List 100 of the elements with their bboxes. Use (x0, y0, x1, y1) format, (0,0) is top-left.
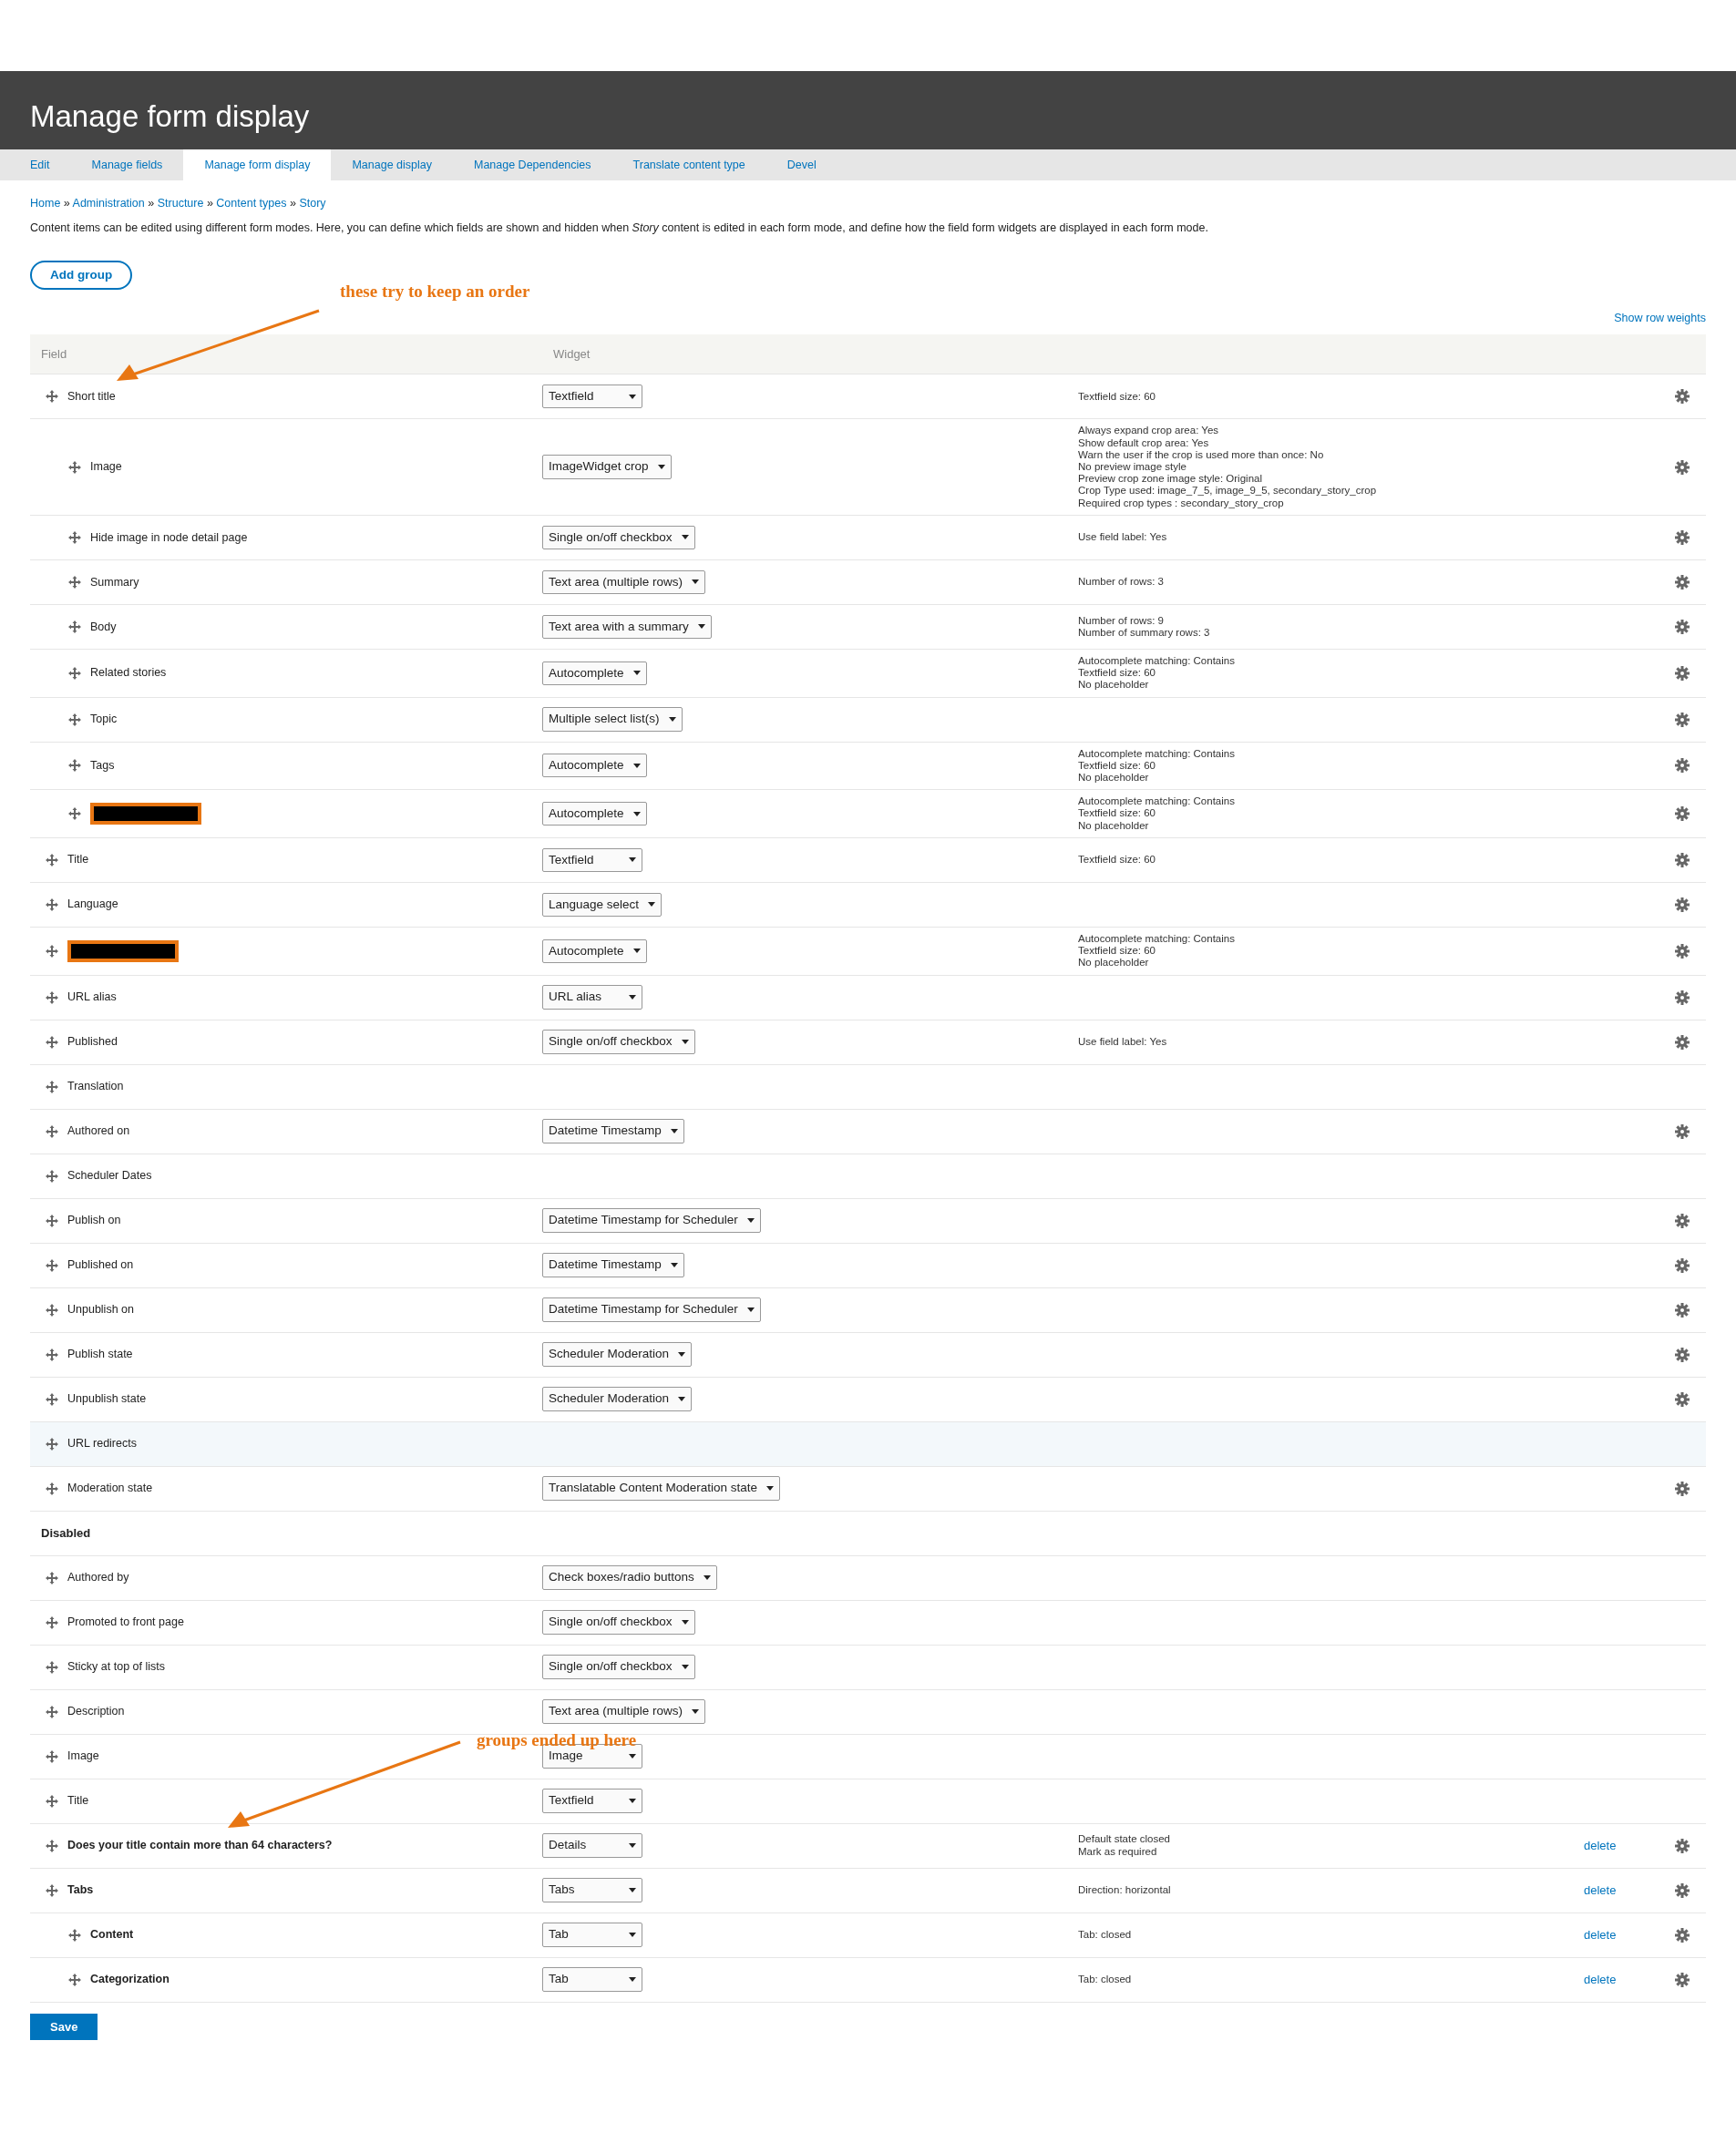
settings-icon[interactable] (1675, 1257, 1690, 1273)
widget-select[interactable]: Datetime Timestamp for Scheduler (542, 1297, 761, 1322)
drag-handle-icon[interactable] (46, 990, 58, 1004)
delete-link[interactable]: delete (1584, 1927, 1617, 1942)
drag-handle-icon[interactable] (46, 1303, 58, 1317)
tab[interactable]: Devel (765, 149, 837, 181)
show-row-weights-link[interactable]: Show row weights (1614, 312, 1706, 325)
settings-icon[interactable] (1675, 389, 1690, 405)
drag-handle-icon[interactable] (46, 1839, 58, 1852)
settings-icon[interactable] (1675, 1838, 1690, 1853)
settings-icon[interactable] (1675, 712, 1690, 727)
delete-link[interactable]: delete (1584, 1882, 1617, 1897)
breadcrumb-link[interactable]: Administration (72, 197, 145, 210)
drag-handle-icon[interactable] (46, 1883, 58, 1897)
drag-handle-icon[interactable] (46, 1258, 58, 1272)
drag-handle-icon[interactable] (46, 1660, 58, 1674)
drag-handle-icon[interactable] (46, 944, 58, 958)
tab[interactable]: Manage Dependencies (452, 149, 612, 181)
tab[interactable]: Manage display (331, 149, 453, 181)
widget-select[interactable]: Translatable Content Moderation state (542, 1476, 781, 1501)
drag-handle-icon[interactable] (46, 1214, 58, 1227)
settings-icon[interactable] (1675, 1034, 1690, 1050)
widget-select[interactable]: Autocomplete (542, 754, 647, 778)
widget-select[interactable]: Text area (multiple rows) (542, 569, 706, 594)
widget-select[interactable]: Tab (542, 1923, 642, 1947)
widget-select[interactable]: Autocomplete (542, 938, 647, 963)
settings-icon[interactable] (1675, 1123, 1690, 1139)
settings-icon[interactable] (1675, 990, 1690, 1005)
drag-handle-icon[interactable] (68, 1973, 81, 1986)
settings-icon[interactable] (1675, 1481, 1690, 1496)
settings-icon[interactable] (1675, 1347, 1690, 1362)
drag-handle-icon[interactable] (68, 620, 81, 633)
widget-select[interactable]: Language select (542, 892, 663, 917)
widget-select[interactable]: Scheduler Moderation (542, 1387, 693, 1411)
settings-icon[interactable] (1675, 665, 1690, 681)
settings-icon[interactable] (1675, 1927, 1690, 1943)
settings-icon[interactable] (1675, 943, 1690, 959)
drag-handle-icon[interactable] (68, 759, 81, 773)
widget-select[interactable]: Single on/off checkbox (542, 525, 695, 549)
settings-icon[interactable] (1675, 1302, 1690, 1318)
widget-select[interactable]: Check boxes/radio buttons (542, 1565, 717, 1590)
settings-icon[interactable] (1675, 529, 1690, 545)
drag-handle-icon[interactable] (68, 1928, 81, 1942)
tab[interactable]: Edit (9, 149, 71, 181)
widget-select[interactable]: Single on/off checkbox (542, 1655, 695, 1679)
drag-handle-icon[interactable] (46, 1482, 58, 1495)
breadcrumb-link[interactable]: Structure (157, 197, 204, 210)
drag-handle-icon[interactable] (46, 1080, 58, 1093)
drag-handle-icon[interactable] (68, 530, 81, 544)
settings-icon[interactable] (1675, 619, 1690, 634)
settings-icon[interactable] (1675, 852, 1690, 867)
tab[interactable]: Manage fields (70, 149, 184, 181)
widget-select[interactable]: Details (542, 1833, 642, 1858)
drag-handle-icon[interactable] (46, 1124, 58, 1138)
drag-handle-icon[interactable] (46, 1169, 58, 1183)
widget-select[interactable]: Text area with a summary (542, 614, 712, 639)
widget-select[interactable]: Textfield (542, 1789, 642, 1813)
settings-icon[interactable] (1675, 1213, 1690, 1228)
add-group-button[interactable]: Add group (30, 260, 133, 291)
drag-handle-icon[interactable] (46, 1615, 58, 1629)
breadcrumb-link[interactable]: Story (299, 197, 326, 210)
widget-select[interactable]: Autocomplete (542, 801, 647, 826)
tab[interactable]: Translate content type (611, 149, 766, 181)
drag-handle-icon[interactable] (68, 713, 81, 726)
widget-select[interactable]: Textfield (542, 385, 642, 409)
settings-icon[interactable] (1675, 1391, 1690, 1407)
widget-select[interactable]: Tab (542, 1967, 642, 1992)
widget-select[interactable]: Datetime Timestamp (542, 1253, 684, 1277)
settings-icon[interactable] (1675, 459, 1690, 475)
settings-icon[interactable] (1675, 574, 1690, 590)
drag-handle-icon[interactable] (68, 575, 81, 589)
drag-handle-icon[interactable] (68, 666, 81, 680)
widget-select[interactable]: URL alias (542, 985, 642, 1010)
widget-select[interactable]: Scheduler Moderation (542, 1342, 693, 1367)
drag-handle-icon[interactable] (46, 1348, 58, 1361)
drag-handle-icon[interactable] (46, 1437, 58, 1451)
settings-icon[interactable] (1675, 806, 1690, 821)
delete-link[interactable]: delete (1584, 1838, 1617, 1852)
drag-handle-icon[interactable] (46, 1705, 58, 1718)
settings-icon[interactable] (1675, 758, 1690, 774)
drag-handle-icon[interactable] (46, 1392, 58, 1406)
save-button[interactable]: Save (30, 2013, 98, 2040)
widget-select[interactable]: Autocomplete (542, 661, 647, 685)
widget-select[interactable]: Textfield (542, 847, 642, 872)
widget-select[interactable]: ImageWidget crop (542, 455, 672, 479)
breadcrumb-link[interactable]: Home (30, 197, 61, 210)
settings-icon[interactable] (1675, 1882, 1690, 1898)
widget-select[interactable]: Text area (multiple rows) (542, 1699, 706, 1724)
drag-handle-icon[interactable] (46, 1571, 58, 1584)
drag-handle-icon[interactable] (68, 460, 81, 474)
tab[interactable]: Manage form display (183, 149, 332, 181)
drag-handle-icon[interactable] (46, 897, 58, 911)
settings-icon[interactable] (1675, 1972, 1690, 1987)
widget-select[interactable]: Single on/off checkbox (542, 1030, 695, 1054)
drag-handle-icon[interactable] (68, 807, 81, 820)
widget-select[interactable]: Datetime Timestamp for Scheduler (542, 1208, 761, 1233)
widget-select[interactable]: Single on/off checkbox (542, 1610, 695, 1635)
settings-icon[interactable] (1675, 897, 1690, 912)
drag-handle-icon[interactable] (46, 390, 58, 404)
drag-handle-icon[interactable] (46, 1794, 58, 1808)
